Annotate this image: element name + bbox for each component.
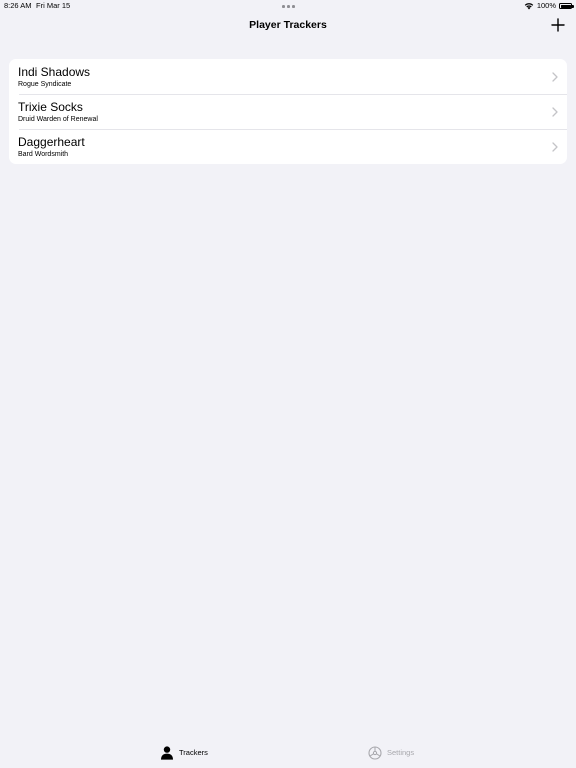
add-tracker-button[interactable] — [550, 17, 566, 33]
page-title: Player Trackers — [249, 19, 327, 31]
status-date: Fri Mar 15 — [36, 1, 71, 10]
list-item[interactable]: Trixie Socks Druid Warden of Renewal — [9, 94, 567, 129]
tracker-subtitle: Rogue Syndicate — [18, 81, 72, 88]
status-bar: 8:26 AM Fri Mar 15 100% — [0, 0, 576, 12]
status-time: 8:26 AM — [4, 1, 32, 10]
battery-percentage: 100% — [536, 1, 556, 10]
tracker-list: Indi Shadows Rogue Syndicate Trixie Sock… — [9, 59, 567, 164]
tracker-subtitle: Druid Warden of Renewal — [18, 116, 98, 123]
status-indicators: 100% — [524, 0, 574, 12]
screen: 8:26 AM Fri Mar 15 100% Player Trackers … — [0, 0, 576, 768]
chevron-right-icon — [552, 142, 558, 152]
plus-icon — [551, 18, 565, 32]
tab-label: Settings — [387, 748, 415, 757]
tracker-name: Daggerheart — [18, 135, 85, 149]
tracker-name: Trixie Socks — [18, 100, 83, 114]
person-icon — [161, 746, 173, 760]
multitasking-dots-icon[interactable] — [282, 5, 295, 8]
gear-icon — [368, 746, 382, 760]
chevron-right-icon — [552, 107, 558, 117]
tab-bar: Trackers Settings — [0, 738, 576, 768]
tab-label: Trackers — [179, 748, 208, 757]
chevron-right-icon — [552, 72, 558, 82]
list-item[interactable]: Daggerheart Bard Wordsmith — [9, 129, 567, 164]
battery-icon — [559, 3, 574, 9]
tracker-name: Indi Shadows — [18, 65, 91, 79]
tab-trackers[interactable]: Trackers — [160, 744, 208, 762]
list-item[interactable]: Indi Shadows Rogue Syndicate — [9, 59, 567, 94]
tracker-subtitle: Bard Wordsmith — [18, 151, 69, 158]
tab-settings[interactable]: Settings — [368, 744, 414, 762]
wifi-icon — [524, 3, 534, 10]
